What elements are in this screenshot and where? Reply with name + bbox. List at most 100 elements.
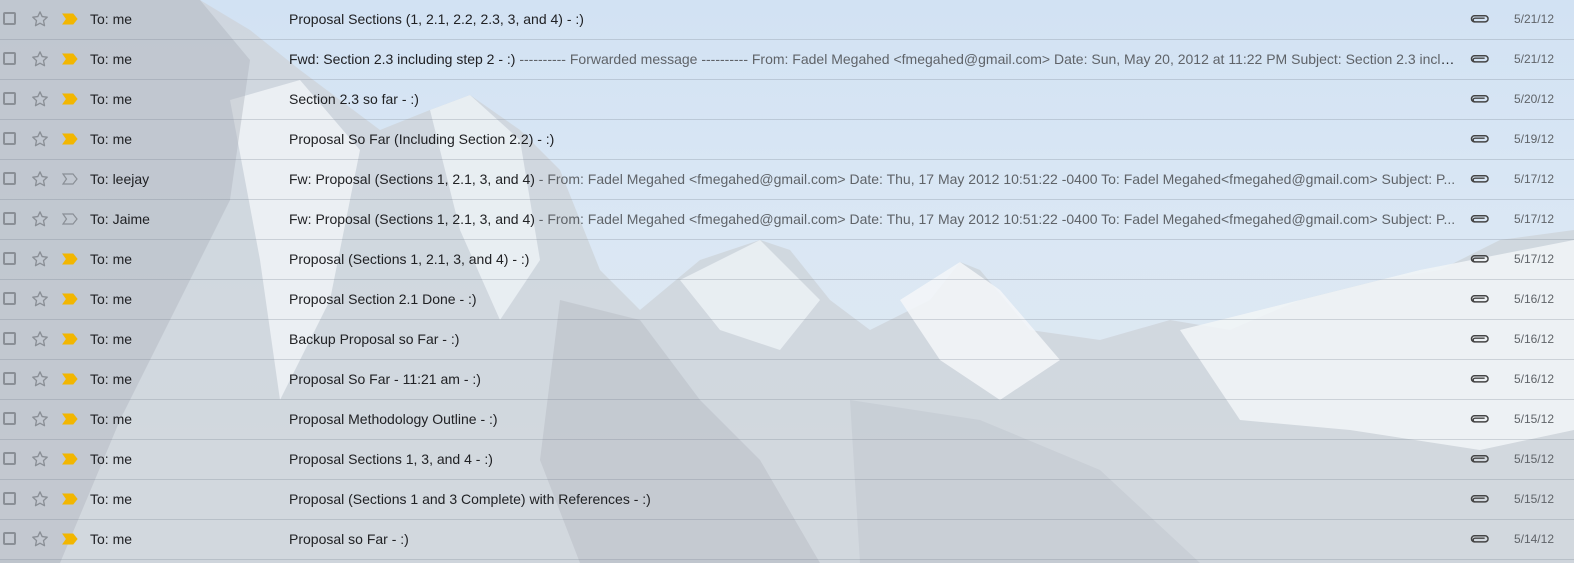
important-marker-icon[interactable] bbox=[62, 213, 78, 225]
email-subject: Proposal Section 2.1 Done - :) bbox=[289, 280, 1459, 318]
star-icon[interactable] bbox=[30, 249, 50, 269]
subject-text: Fw: Proposal (Sections 1, 2.1, 3, and 4) bbox=[289, 171, 535, 187]
important-marker-icon[interactable] bbox=[62, 333, 78, 345]
email-row[interactable]: To: me Proposal Sections (1, 2.1, 2.2, 2… bbox=[0, 0, 1574, 40]
checkbox-icon[interactable] bbox=[3, 172, 16, 185]
email-subject: Fw: Proposal (Sections 1, 2.1, 3, and 4)… bbox=[289, 200, 1459, 238]
subject-text: Proposal So Far (Including Section 2.2) … bbox=[289, 131, 555, 147]
email-row[interactable]: To: me Section 2.3 so far - :) 5/20/12 bbox=[0, 80, 1574, 120]
important-marker-icon[interactable] bbox=[62, 93, 78, 105]
attachment-icon bbox=[1470, 175, 1489, 183]
email-subject: Proposal So Far - 11:21 am - :) bbox=[289, 360, 1459, 398]
important-marker-icon[interactable] bbox=[62, 173, 78, 185]
email-subject: Proposal (Sections 1 and 3 Complete) wit… bbox=[289, 480, 1459, 518]
checkbox-icon[interactable] bbox=[3, 492, 16, 505]
important-marker-icon[interactable] bbox=[62, 133, 78, 145]
email-subject: Fw: Proposal (Sections 1, 2.1, 3, and 4)… bbox=[289, 160, 1459, 198]
email-row[interactable]: To: me Fwd: Section 2.3 including step 2… bbox=[0, 40, 1574, 80]
star-icon[interactable] bbox=[30, 409, 50, 429]
snippet-text: - From: Fadel Megahed <fmegahed@gmail.co… bbox=[534, 211, 1456, 227]
attachment-icon bbox=[1470, 215, 1489, 223]
email-row[interactable]: To: me Backup Proposal so Far - :) 5/16/… bbox=[0, 320, 1574, 360]
checkbox-icon[interactable] bbox=[3, 412, 16, 425]
checkbox-icon[interactable] bbox=[3, 252, 16, 265]
star-icon[interactable] bbox=[30, 89, 50, 109]
recipient-label: To: me bbox=[90, 451, 133, 467]
snippet-text: ---------- Forwarded message ---------- … bbox=[515, 51, 1459, 67]
star-icon[interactable] bbox=[30, 369, 50, 389]
important-marker-icon[interactable] bbox=[62, 253, 78, 265]
email-subject: Proposal so Far - :) bbox=[289, 520, 1459, 558]
star-icon[interactable] bbox=[30, 129, 50, 149]
subject-text: Proposal (Sections 1, 2.1, 3, and 4) - :… bbox=[289, 251, 530, 267]
recipient-label: To: me bbox=[90, 291, 133, 307]
important-marker-icon[interactable] bbox=[62, 453, 78, 465]
attachment-icon bbox=[1470, 295, 1489, 303]
star-icon[interactable] bbox=[30, 9, 50, 29]
email-row[interactable]: To: me Proposal (Sections 1 and 3 Comple… bbox=[0, 480, 1574, 520]
subject-text: Backup Proposal so Far - :) bbox=[289, 331, 460, 347]
subject-text: Fwd: Section 2.3 including step 2 - :) bbox=[289, 51, 516, 67]
subject-text: Proposal Sections (1, 2.1, 2.2, 2.3, 3, … bbox=[289, 11, 584, 27]
important-marker-icon[interactable] bbox=[62, 373, 78, 385]
star-icon[interactable] bbox=[30, 489, 50, 509]
checkbox-icon[interactable] bbox=[3, 132, 16, 145]
subject-text: Proposal Methodology Outline - :) bbox=[289, 411, 498, 427]
checkbox-icon[interactable] bbox=[3, 52, 16, 65]
subject-text: Proposal Section 2.1 Done - :) bbox=[289, 291, 477, 307]
important-marker-icon[interactable] bbox=[62, 413, 78, 425]
important-marker-icon[interactable] bbox=[62, 533, 78, 545]
checkbox-icon[interactable] bbox=[3, 372, 16, 385]
email-date: 5/16/12 bbox=[1513, 372, 1554, 386]
checkbox-icon[interactable] bbox=[3, 452, 16, 465]
attachment-icon bbox=[1470, 495, 1489, 503]
star-icon[interactable] bbox=[30, 209, 50, 229]
star-icon[interactable] bbox=[30, 289, 50, 309]
email-row[interactable]: To: me Proposal So Far (Including Sectio… bbox=[0, 120, 1574, 160]
subject-text: Section 2.3 so far - :) bbox=[289, 91, 419, 107]
subject-text: Proposal so Far - :) bbox=[289, 531, 409, 547]
recipient-label: To: me bbox=[90, 531, 133, 547]
email-date: 5/21/12 bbox=[1513, 12, 1554, 26]
star-icon[interactable] bbox=[30, 449, 50, 469]
attachment-icon bbox=[1470, 455, 1489, 463]
email-date: 5/15/12 bbox=[1513, 452, 1554, 466]
important-marker-icon[interactable] bbox=[62, 53, 78, 65]
email-row[interactable]: To: me Proposal so Far - :) 5/14/12 bbox=[0, 520, 1574, 560]
email-date: 5/17/12 bbox=[1513, 172, 1554, 186]
important-marker-icon[interactable] bbox=[62, 493, 78, 505]
subject-text: Proposal So Far - 11:21 am - :) bbox=[289, 371, 481, 387]
email-row[interactable]: To: leejay Fw: Proposal (Sections 1, 2.1… bbox=[0, 160, 1574, 200]
email-row[interactable]: To: me Proposal Sections 1, 3, and 4 - :… bbox=[0, 440, 1574, 480]
important-marker-icon[interactable] bbox=[62, 293, 78, 305]
checkbox-icon[interactable] bbox=[3, 332, 16, 345]
email-subject: Proposal So Far (Including Section 2.2) … bbox=[289, 120, 1459, 158]
recipient-label: To: me bbox=[90, 371, 133, 387]
email-date: 5/17/12 bbox=[1513, 212, 1554, 226]
email-list: To: me Proposal Sections (1, 2.1, 2.2, 2… bbox=[0, 0, 1574, 560]
checkbox-icon[interactable] bbox=[3, 12, 16, 25]
checkbox-icon[interactable] bbox=[3, 292, 16, 305]
checkbox-icon[interactable] bbox=[3, 212, 16, 225]
subject-text: Fw: Proposal (Sections 1, 2.1, 3, and 4) bbox=[289, 211, 535, 227]
email-row[interactable]: To: me Proposal Methodology Outline - :)… bbox=[0, 400, 1574, 440]
star-icon[interactable] bbox=[30, 49, 50, 69]
email-date: 5/14/12 bbox=[1513, 532, 1554, 546]
recipient-label: To: me bbox=[90, 91, 133, 107]
email-row[interactable]: To: Jaime Fw: Proposal (Sections 1, 2.1,… bbox=[0, 200, 1574, 240]
email-row[interactable]: To: me Proposal (Sections 1, 2.1, 3, and… bbox=[0, 240, 1574, 280]
email-row[interactable]: To: me Proposal So Far - 11:21 am - :) 5… bbox=[0, 360, 1574, 400]
recipient-label: To: me bbox=[90, 51, 133, 67]
star-icon[interactable] bbox=[30, 169, 50, 189]
star-icon[interactable] bbox=[30, 329, 50, 349]
recipient-label: To: me bbox=[90, 131, 133, 147]
important-marker-icon[interactable] bbox=[62, 13, 78, 25]
attachment-icon bbox=[1470, 135, 1489, 143]
email-date: 5/15/12 bbox=[1513, 492, 1554, 506]
email-subject: Fwd: Section 2.3 including step 2 - :) -… bbox=[289, 40, 1459, 78]
email-row[interactable]: To: me Proposal Section 2.1 Done - :) 5/… bbox=[0, 280, 1574, 320]
star-icon[interactable] bbox=[30, 529, 50, 549]
checkbox-icon[interactable] bbox=[3, 92, 16, 105]
subject-text: Proposal (Sections 1 and 3 Complete) wit… bbox=[289, 491, 651, 507]
checkbox-icon[interactable] bbox=[3, 532, 16, 545]
